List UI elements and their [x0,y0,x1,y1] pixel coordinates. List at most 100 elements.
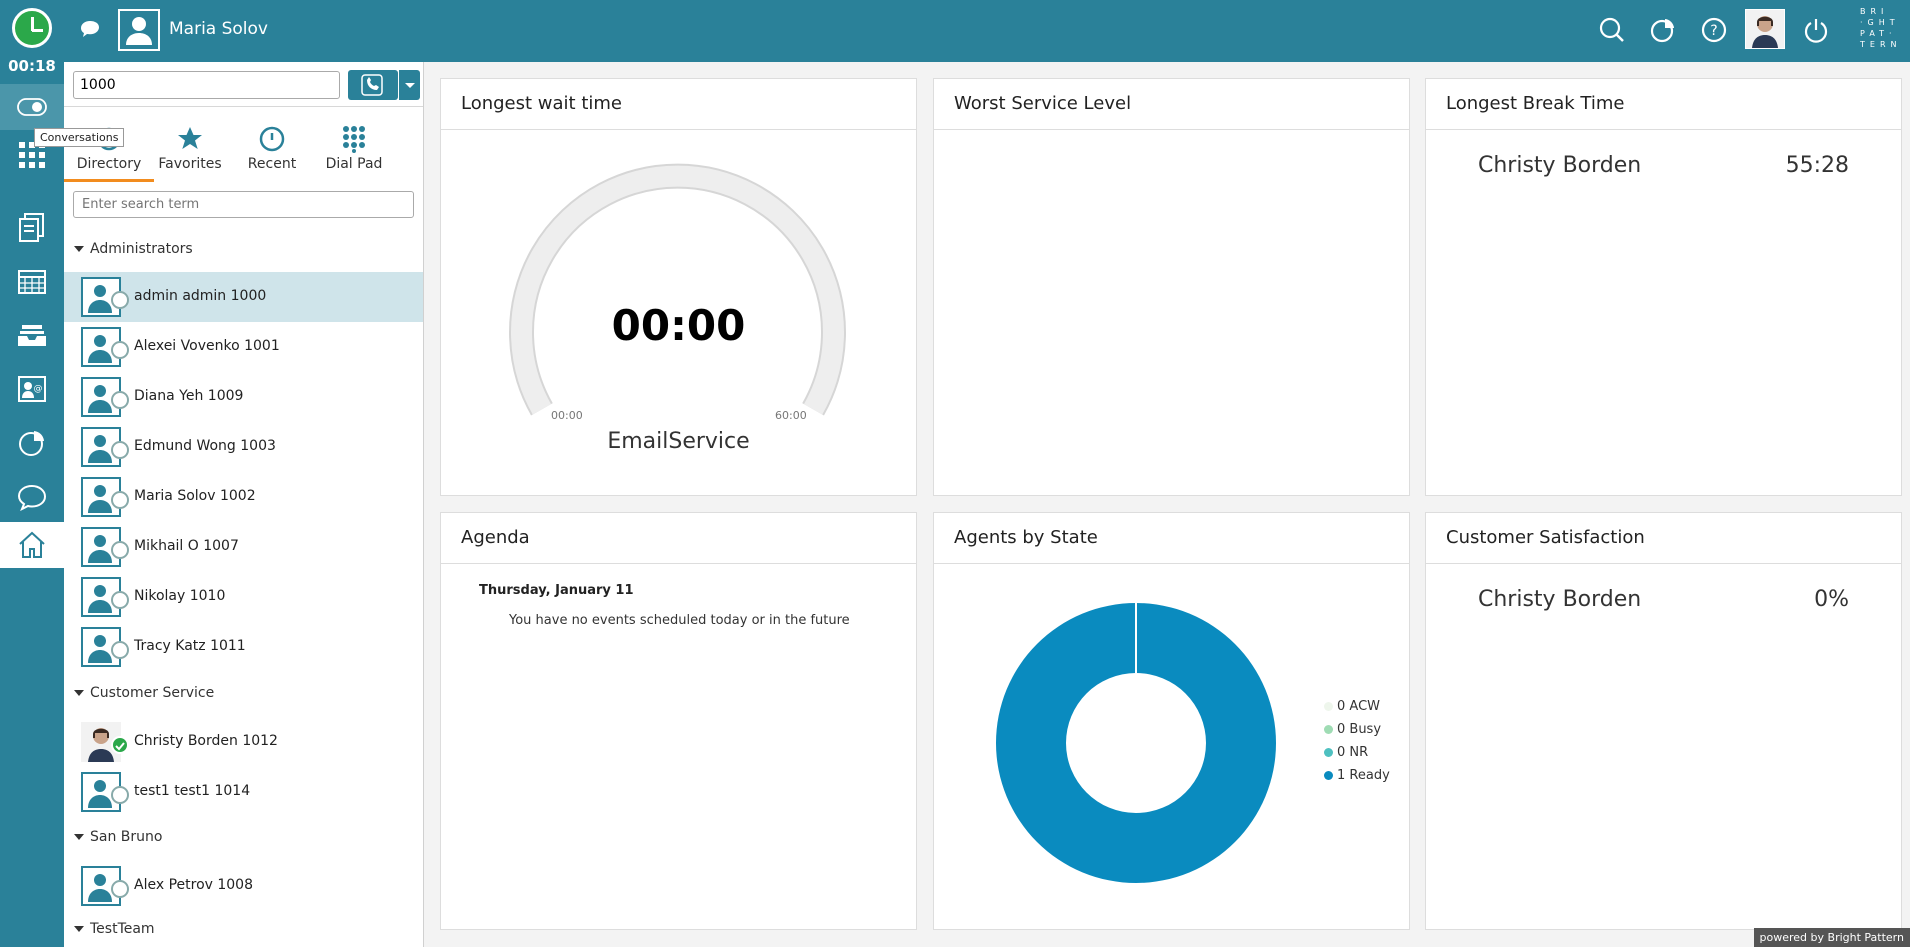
agent-photo[interactable] [1745,9,1785,49]
break-duration: 55:28 [1785,153,1849,178]
conversations-tooltip: Conversations [34,128,125,147]
contact-name: Christy Borden 1012 [134,733,278,749]
contact-card-icon[interactable]: @ [0,366,64,412]
status-offline-icon [111,391,129,409]
tab-dial-pad[interactable]: Dial Pad [309,122,399,172]
widget-title: Worst Service Level [954,93,1132,114]
status-offline-icon [111,786,129,804]
csat-value: 0% [1814,587,1849,612]
status-offline-icon [111,541,129,559]
dial-number-input[interactable] [73,71,340,99]
contact-name: Diana Yeh 1009 [134,388,244,404]
legend-dot [1324,702,1333,711]
status-offline-icon [111,591,129,609]
recent-clock-icon [227,122,317,156]
contact-row[interactable]: Alexei Vovenko 1001 [64,322,423,372]
contact-name: Edmund Wong 1003 [134,438,276,454]
clock-icon[interactable] [12,8,52,48]
contact-row[interactable]: test1 test1 1014 [64,767,423,817]
legend-label: 1 Ready [1337,768,1390,783]
session-timer: 00:18 [8,57,56,75]
tab-recent[interactable]: Recent [227,122,317,172]
break-agent-name: Christy Borden [1478,153,1642,178]
search-icon[interactable] [1598,16,1626,44]
star-icon [145,122,235,156]
left-rail: @ [0,62,64,947]
contact-name: Nikolay 1010 [134,588,226,604]
widget-agenda: Agenda Thursday, January 11 You have no … [440,512,917,930]
tab-favorites[interactable]: Favorites [145,122,235,172]
wait-gauge-max: 60:00 [775,409,807,422]
agenda-date: Thursday, January 11 [479,583,634,598]
legend-label: 0 ACW [1337,699,1380,714]
chat-icon[interactable] [0,474,64,520]
contact-row[interactable]: Maria Solov 1002 [64,472,423,522]
group-administrators[interactable]: Administrators [74,241,193,257]
widget-longest-wait-time: Longest wait time 00:00 00:00 60:00 Emai… [440,78,917,496]
group-san-bruno[interactable]: San Bruno [74,829,162,845]
contact-name: Alex Petrov 1008 [134,877,253,893]
calendar-icon[interactable] [0,258,64,304]
tab-dial-pad-label: Dial Pad [325,156,383,172]
pie-chart-icon[interactable] [1649,16,1677,44]
legend-dot [1324,771,1333,780]
widget-divider [934,129,1409,130]
wait-gauge-value: 00:00 [611,301,746,350]
status-offline-icon [111,491,129,509]
status-ready-check-icon [111,736,129,754]
legend-ready: 1 Ready [1324,768,1390,783]
contact-row[interactable]: Alex Petrov 1008 [64,861,423,911]
call-options-dropdown[interactable] [398,70,420,100]
panel-divider [64,106,423,107]
contact-row[interactable]: Diana Yeh 1009 [64,372,423,422]
widget-divider [1426,563,1901,564]
inbox-tray-icon[interactable] [0,312,64,358]
user-name[interactable]: Maria Solov [169,19,268,39]
conversations-toggle[interactable] [0,84,64,130]
contact-row[interactable]: Edmund Wong 1003 [64,422,423,472]
contact-row[interactable]: Nikolay 1010 [64,572,423,622]
home-icon[interactable] [0,522,64,568]
widget-title: Longest Break Time [1446,93,1625,114]
status-offline-icon [111,641,129,659]
legend-nr: 0 NR [1324,745,1368,760]
group-customer-service[interactable]: Customer Service [74,685,214,701]
contact-row[interactable]: Mikhail O 1007 [64,522,423,572]
top-bar: Maria Solov ? BRI ·GHT PAT· TERN [0,0,1910,62]
agenda-empty-message: You have no events scheduled today or in… [509,613,850,628]
bright-pattern-logo: BRI ·GHT PAT· TERN [1860,7,1902,49]
status-offline-icon [111,441,129,459]
wait-gauge-service: EmailService [607,429,750,454]
widget-divider [1426,129,1901,130]
chat-bubble-icon[interactable] [80,20,100,42]
directory-panel: Directory Favorites Recent Dial Pad Admi… [64,62,424,947]
powered-by-footer: powered by Bright Pattern [1753,928,1910,947]
tab-directory-label: Directory [76,156,142,172]
contact-row[interactable]: admin admin 1000 [64,272,423,322]
contact-name: Mikhail O 1007 [134,538,239,554]
status-offline-icon [111,880,129,898]
contact-name: Maria Solov 1002 [134,488,256,504]
directory-search-input[interactable] [73,191,414,218]
widget-worst-service-level: Worst Service Level [933,78,1410,496]
legend-dot [1324,748,1333,757]
documents-icon[interactable] [0,204,64,250]
group-testteam[interactable]: TestTeam [74,921,155,937]
user-avatar[interactable] [118,9,160,51]
contact-row[interactable]: Christy Borden 1012 [64,717,423,767]
call-button[interactable] [348,70,398,100]
contact-name: Alexei Vovenko 1001 [134,338,280,354]
dialpad-small-icon [309,122,399,156]
wait-gauge-min: 00:00 [551,409,583,422]
power-icon[interactable] [1802,16,1830,44]
help-icon[interactable]: ? [1700,16,1728,44]
contact-row[interactable]: Tracy Katz 1011 [64,622,423,672]
contact-name: admin admin 1000 [134,288,267,304]
widget-title: Customer Satisfaction [1446,527,1645,548]
widget-agents-by-state: Agents by State 0 ACW 0 Busy 0 NR 1 Read… [933,512,1410,930]
legend-label: 0 NR [1337,745,1369,760]
legend-busy: 0 Busy [1324,722,1381,737]
contact-name: test1 test1 1014 [134,783,251,799]
reports-pie-icon[interactable] [0,420,64,466]
legend-acw: 0 ACW [1324,699,1380,714]
